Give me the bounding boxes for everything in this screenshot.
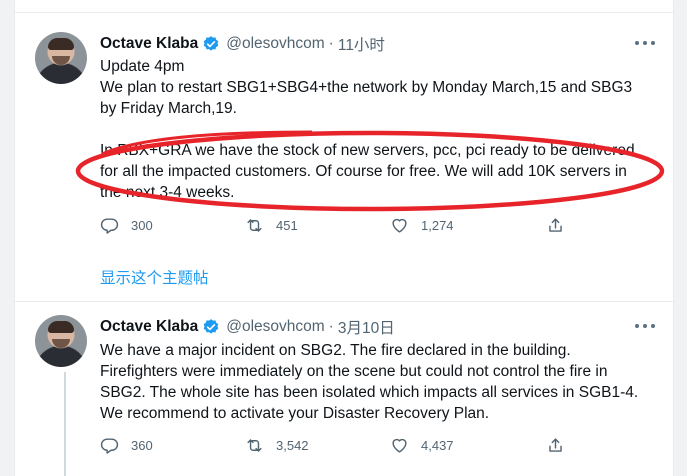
retweet-icon [247, 219, 262, 232]
tweet-line: the next 3-4 weeks. [100, 184, 235, 201]
timeline-column: Octave Klaba @olesovhcom · 11小时 Update 4… [14, 0, 674, 476]
verified-badge-icon [203, 36, 219, 51]
tweet-time[interactable]: 3月10日 [338, 316, 395, 338]
tweet-line: Update 4pm [100, 58, 185, 75]
divider [15, 12, 673, 13]
tweet-line: by Friday March,19. [100, 100, 237, 117]
tweet-time[interactable]: 11小时 [338, 33, 385, 55]
tweet-actions: 360 3,542 4,437 [100, 436, 570, 460]
author-name[interactable]: Octave Klaba [100, 318, 198, 336]
more-options-icon[interactable] [635, 41, 655, 47]
avatar[interactable] [35, 315, 87, 367]
tweet-line: for all the impacted customers. Of cours… [100, 163, 627, 180]
reply-icon [100, 438, 119, 454]
like-button[interactable]: 1,274 [390, 216, 454, 235]
share-button[interactable] [546, 216, 577, 235]
avatar[interactable] [35, 32, 87, 84]
tweet-header: Octave Klaba @olesovhcom · 11小时 [100, 33, 385, 55]
separator-dot: · [328, 35, 334, 52]
verified-badge-icon [203, 319, 219, 334]
author-handle[interactable]: @olesovhcom [226, 318, 324, 336]
share-button[interactable] [546, 436, 577, 455]
reply-count: 300 [131, 218, 153, 233]
reply-button[interactable]: 360 [100, 436, 153, 455]
reply-button[interactable]: 300 [100, 216, 153, 235]
retweet-icon [247, 439, 262, 452]
show-thread-link[interactable]: 显示这个主题帖 [100, 266, 209, 288]
separator-dot: · [328, 318, 334, 335]
thread-connector [64, 372, 66, 476]
retweet-button[interactable]: 451 [245, 216, 298, 235]
tweet-line: We have a major incident on SBG2. The fi… [100, 342, 571, 359]
author-name[interactable]: Octave Klaba [100, 35, 198, 53]
author-handle[interactable]: @olesovhcom [226, 35, 324, 53]
heart-icon [392, 438, 407, 453]
tweet-line: We recommend to activate your Disaster R… [100, 405, 490, 422]
reply-count: 360 [131, 438, 153, 453]
tweet-header: Octave Klaba @olesovhcom · 3月10日 [100, 316, 395, 338]
like-button[interactable]: 4,437 [390, 436, 454, 455]
tweet-text: We have a major incident on SBG2. The fi… [100, 340, 662, 424]
more-options-icon[interactable] [635, 324, 655, 330]
share-icon [549, 438, 562, 452]
retweet-button[interactable]: 3,542 [245, 436, 309, 455]
like-count: 1,274 [421, 218, 454, 233]
heart-icon [392, 218, 407, 233]
retweet-count: 451 [276, 218, 298, 233]
tweet-actions: 300 451 1,274 [100, 216, 570, 240]
tweet-line: In RBX+GRA we have the stock of new serv… [100, 142, 635, 159]
reply-icon [100, 218, 119, 234]
tweet-line: SBG2. The whole site has been isolated w… [100, 384, 639, 401]
retweet-count: 3,542 [276, 438, 309, 453]
divider [15, 301, 673, 302]
like-count: 4,437 [421, 438, 454, 453]
tweet-text: Update 4pm We plan to restart SBG1+SBG4+… [100, 56, 662, 203]
share-icon [549, 218, 562, 232]
tweet-line: We plan to restart SBG1+SBG4+the network… [100, 79, 633, 96]
tweet-line: Firefighters were immediately on the sce… [100, 363, 608, 380]
